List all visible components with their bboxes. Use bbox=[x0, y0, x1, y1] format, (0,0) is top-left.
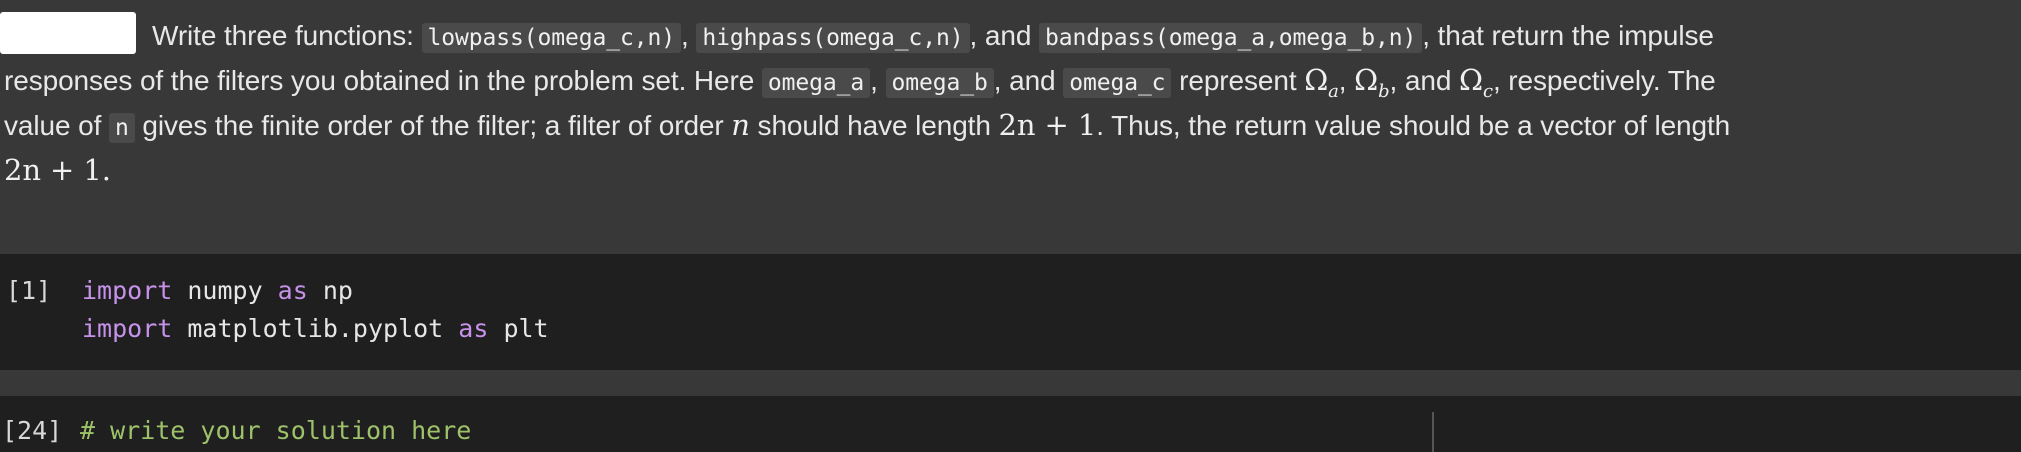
keyword: as bbox=[458, 314, 489, 343]
inline-code-n: n bbox=[108, 113, 135, 143]
code-line-2[interactable]: import matplotlib.pyplot as plt bbox=[82, 314, 549, 343]
markdown-line-1: Write three functions: lowpass(omega_c,n… bbox=[4, 13, 2004, 58]
inline-code-lowpass: lowpass(omega_c,n) bbox=[421, 23, 681, 53]
math-omega-c: Ωc bbox=[1459, 63, 1493, 102]
text-span: responses of the filters you obtained in… bbox=[4, 65, 762, 96]
inline-code-omega-c: omega_c bbox=[1063, 68, 1172, 98]
text-span: . bbox=[101, 153, 111, 187]
math-omega-b: Ωb bbox=[1354, 63, 1389, 102]
text-span: Write three functions: bbox=[152, 20, 422, 51]
execution-count-label: [24] bbox=[2, 416, 63, 445]
markdown-text: Write three functions: lowpass(omega_c,n… bbox=[4, 13, 2004, 193]
text-span: , respectively. The bbox=[1492, 65, 1716, 96]
markdown-line-4: 2n + 1. bbox=[4, 148, 2004, 193]
code-comment: # write your solution here bbox=[80, 416, 472, 445]
text-span: should have length bbox=[749, 110, 999, 141]
math-symbol: Ω bbox=[1354, 63, 1379, 97]
inline-code-highpass: highpass(omega_c,n) bbox=[696, 23, 970, 53]
text-span: , and bbox=[1389, 65, 1459, 96]
code-cell-2[interactable]: [24] # write your solution here bbox=[0, 396, 2021, 452]
ruler-line bbox=[1432, 412, 1434, 452]
text-span: , and bbox=[993, 65, 1064, 96]
math-var-n: n bbox=[731, 108, 750, 142]
text-span: gives the finite order of the filter; a … bbox=[134, 110, 732, 141]
code-text: plt bbox=[488, 314, 549, 343]
code-line-comment[interactable]: # write your solution here bbox=[80, 416, 471, 445]
inline-code-omega-a: omega_a bbox=[761, 68, 871, 98]
math-symbol: Ω bbox=[1304, 63, 1329, 97]
math-symbol: Ω bbox=[1459, 63, 1483, 97]
text-span: . Thus, the return value should be a vec… bbox=[1096, 110, 1731, 141]
math-length-expression: 2n + 1 bbox=[998, 108, 1097, 142]
notebook-page: Write three functions: lowpass(omega_c,n… bbox=[0, 0, 2021, 452]
math-subscript: c bbox=[1482, 80, 1493, 102]
keyword: import bbox=[82, 314, 173, 343]
text-span: , that return the impulse bbox=[1422, 20, 1714, 51]
markdown-cell[interactable]: Write three functions: lowpass(omega_c,n… bbox=[0, 0, 2021, 228]
text-span: , and bbox=[969, 20, 1040, 51]
math-subscript: b bbox=[1378, 80, 1390, 102]
math-subscript: a bbox=[1328, 80, 1339, 102]
markdown-line-2: responses of the filters you obtained in… bbox=[4, 58, 2004, 103]
code-text: matplotlib.pyplot bbox=[172, 314, 459, 343]
inline-code-bandpass: bandpass(omega_a,omega_b,n) bbox=[1039, 23, 1423, 53]
code-text: numpy bbox=[172, 276, 278, 305]
code-cell-1[interactable]: [1] import numpy as np import matplotlib… bbox=[0, 254, 2021, 370]
text-span: represent bbox=[1171, 65, 1305, 96]
code-line-1[interactable]: import numpy as np bbox=[82, 276, 353, 305]
code-text: np bbox=[307, 276, 353, 305]
execution-count-label: [1] bbox=[6, 276, 52, 305]
text-span: value of bbox=[4, 110, 109, 141]
keyword: as bbox=[277, 276, 308, 305]
text-span: , bbox=[680, 20, 697, 51]
markdown-line-3: value of n gives the finite order of the… bbox=[4, 103, 2004, 148]
math-omega-a: Ωa bbox=[1304, 63, 1339, 102]
math-variable: n bbox=[731, 108, 750, 142]
text-span: , bbox=[870, 65, 886, 96]
inline-code-omega-b: omega_b bbox=[885, 68, 994, 98]
text-span: , bbox=[1338, 65, 1355, 96]
math-length-expression: 2n + 1 bbox=[4, 153, 102, 187]
keyword: import bbox=[82, 276, 173, 305]
